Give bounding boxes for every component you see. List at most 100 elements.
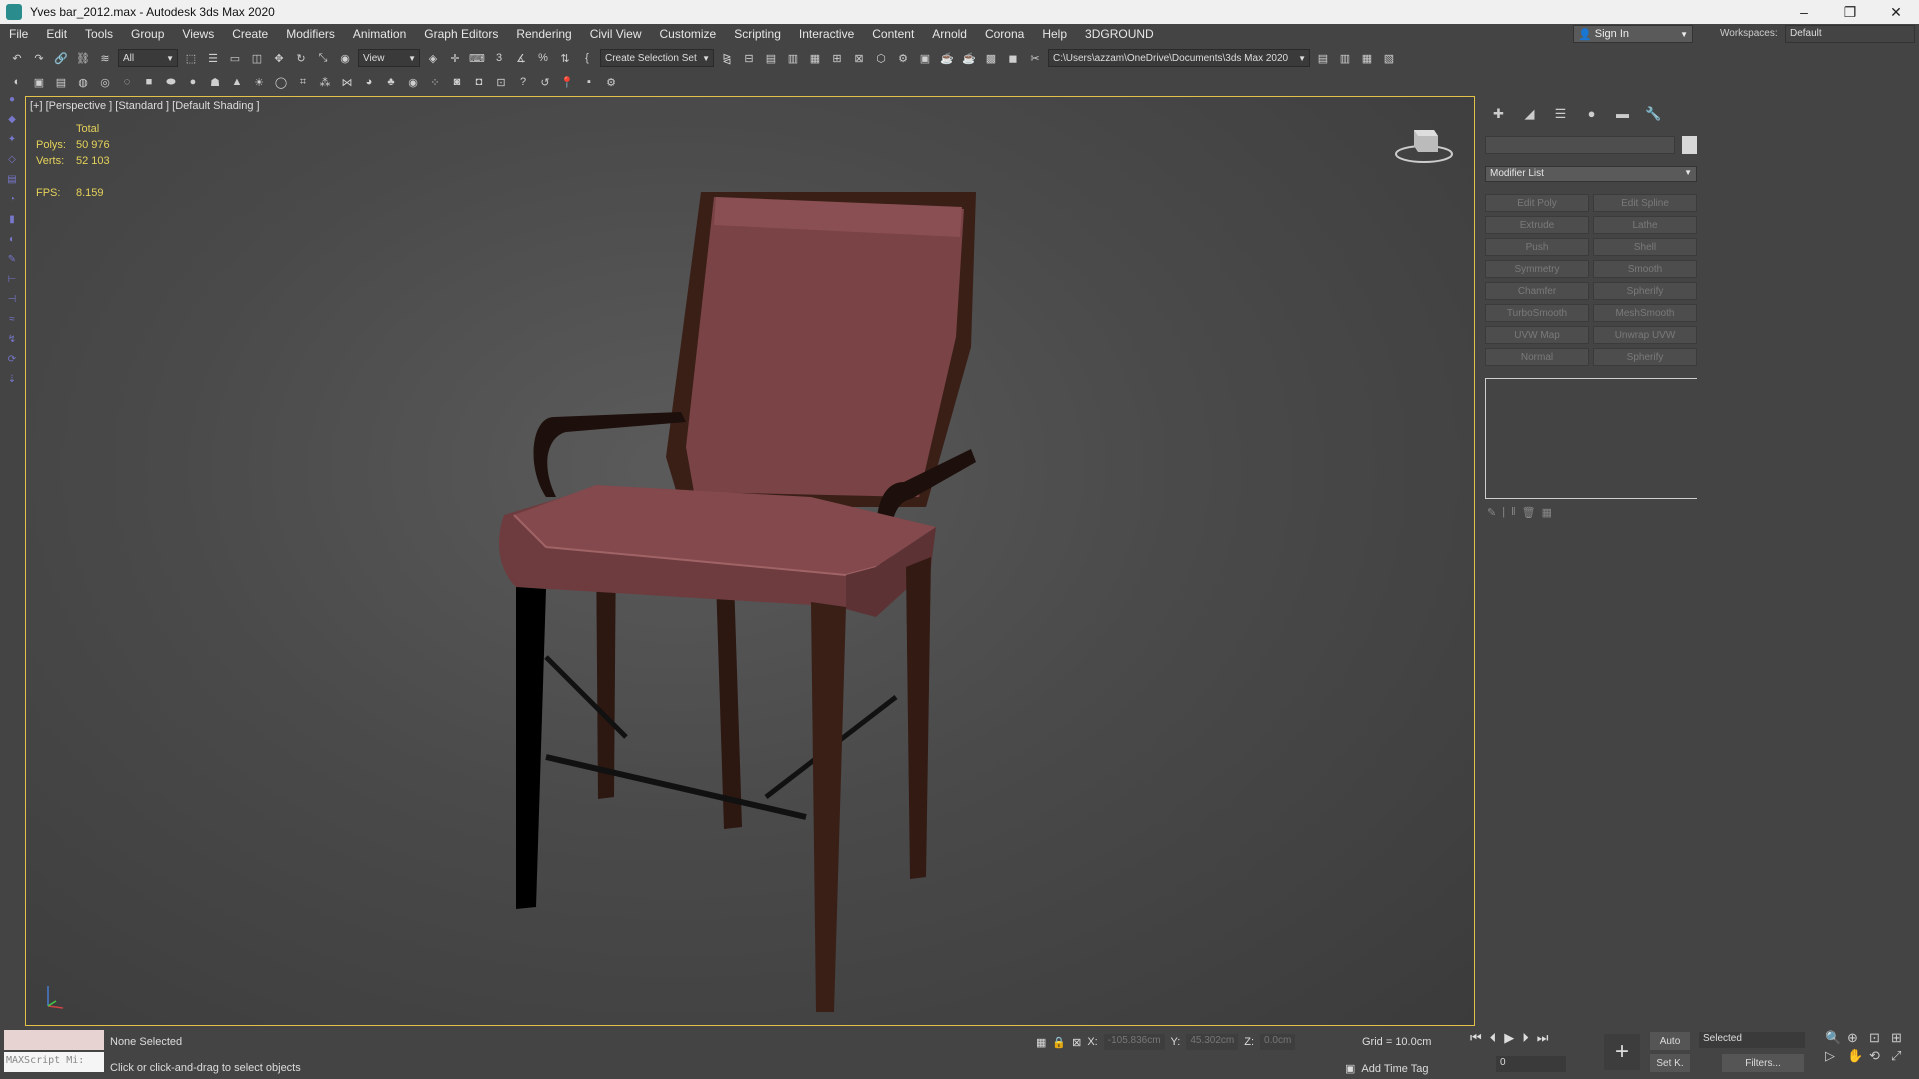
menu-tools[interactable]: Tools [76, 27, 122, 41]
select-manipulate-icon[interactable]: ✛ [446, 49, 464, 67]
project-folder-dropdown[interactable]: C:\Users\azzam\OneDrive\Documents\3ds Ma… [1048, 49, 1310, 67]
bind-space-warp-icon[interactable]: ≋ [96, 49, 114, 67]
scene-states-icon[interactable]: ◍ [74, 73, 92, 91]
menu-views[interactable]: Views [173, 27, 223, 41]
previous-frame-icon[interactable]: ⏴ [1490, 1030, 1497, 1046]
key-filters-button[interactable]: Filters... [1722, 1054, 1804, 1072]
create-tab-icon[interactable]: ✚ [1483, 106, 1514, 126]
place-icon[interactable]: ◉ [336, 49, 354, 67]
next-frame-icon[interactable]: ⏵ [1522, 1030, 1529, 1046]
menu-3dground[interactable]: 3DGROUND [1076, 27, 1163, 41]
menu-help[interactable]: Help [1033, 27, 1076, 41]
field-of-view-icon[interactable]: ▷ [1825, 1048, 1847, 1064]
tool-icon[interactable]: ⊣ [0, 294, 24, 314]
scene-explorer-icon[interactable]: ▤ [762, 49, 780, 67]
project-create-icon[interactable]: ▥ [1336, 49, 1354, 67]
orbit-icon[interactable]: ⟲ [1869, 1048, 1891, 1064]
edit-named-selection-icon[interactable]: { [578, 49, 596, 67]
menu-scripting[interactable]: Scripting [725, 27, 790, 41]
current-frame-field[interactable]: 0 [1496, 1056, 1566, 1072]
tool-icon[interactable]: ◆ [0, 114, 24, 134]
render-iterative-icon[interactable]: ☕ [960, 49, 978, 67]
create-selection-set-dropdown[interactable]: Create Selection Set ▼ [600, 49, 714, 67]
rotate-icon[interactable]: ↻ [292, 49, 310, 67]
cylinder-primitive-icon[interactable]: ⬬ [162, 73, 180, 91]
tool-icon[interactable]: ≈ [0, 314, 24, 334]
open-file-icon[interactable]: ▣ [30, 73, 48, 91]
align-icon[interactable]: ⊟ [740, 49, 758, 67]
modifier-stack[interactable] [1485, 378, 1701, 499]
render-active-shade-icon[interactable]: ▩ [982, 49, 1000, 67]
close-button[interactable]: ✕ [1873, 0, 1919, 24]
move-icon[interactable]: ✥ [270, 49, 288, 67]
tool-icon[interactable]: ▮ [0, 214, 24, 234]
mirror-icon[interactable]: ⧎ [718, 49, 736, 67]
menu-civil-view[interactable]: Civil View [581, 27, 651, 41]
pivot-center-icon[interactable]: ◈ [424, 49, 442, 67]
tool-icon[interactable]: ↯ [0, 334, 24, 354]
configure-modifier-sets-icon[interactable]: ▦ [1542, 506, 1552, 519]
spinner-snap-icon[interactable]: ⇅ [556, 49, 574, 67]
modifier-button-extrude[interactable]: Extrude [1485, 216, 1589, 234]
menu-animation[interactable]: Animation [344, 27, 415, 41]
render-production-icon[interactable]: ☕ [938, 49, 956, 67]
modify-tab-icon[interactable]: ◢ [1514, 106, 1545, 126]
go-to-end-icon[interactable]: ⏭ [1537, 1030, 1549, 1046]
material-sphere-icon[interactable]: ◕ [360, 73, 378, 91]
tool-icon[interactable]: ◐ [0, 234, 24, 254]
tool-icon[interactable]: ⇣ [0, 374, 24, 394]
settings-icon[interactable]: ⚙ [602, 73, 620, 91]
perspective-viewport[interactable]: [+] [Perspective ] [Standard ] [Default … [25, 96, 1475, 1026]
maxscript-listener-mini[interactable] [4, 1030, 104, 1050]
redo-icon[interactable]: ↷ [30, 49, 48, 67]
viewport-layout-icon[interactable]: ◐ [8, 73, 26, 91]
sphere-primitive-icon[interactable]: ● [184, 73, 202, 91]
menu-rendering[interactable]: Rendering [507, 27, 580, 41]
texture-icon[interactable]: ◘ [470, 73, 488, 91]
modifier-button-edit-spline[interactable]: Edit Spline [1593, 194, 1697, 212]
isolate-icon[interactable]: ◌ [118, 73, 136, 91]
workspaces-dropdown[interactable]: Default [1785, 25, 1915, 43]
modifier-button-symmetry[interactable]: Symmetry [1485, 260, 1589, 278]
utilities-tab-icon[interactable]: 🔧 [1638, 106, 1669, 126]
object-name-field[interactable] [1485, 136, 1675, 154]
menu-interactive[interactable]: Interactive [790, 27, 863, 41]
proxy-icon[interactable]: ◙ [448, 73, 466, 91]
corona-icon[interactable]: ◉ [404, 73, 422, 91]
menu-group[interactable]: Group [122, 27, 173, 41]
rendered-frame-icon[interactable]: ▣ [916, 49, 934, 67]
modifier-button-unwrap-uvw[interactable]: Unwrap UVW [1593, 326, 1697, 344]
make-unique-icon[interactable]: ‖ [1511, 506, 1516, 519]
bar-chair-model[interactable] [26, 97, 1475, 1026]
add-time-tag[interactable]: ▣ Add Time Tag [1345, 1062, 1428, 1076]
tool-icon[interactable]: ⊢ [0, 274, 24, 294]
menu-edit[interactable]: Edit [37, 27, 76, 41]
hierarchy-tab-icon[interactable]: ☰ [1545, 106, 1576, 126]
pan-icon[interactable]: ✋ [1847, 1048, 1869, 1064]
lock-icon[interactable]: 🔒 [1052, 1036, 1066, 1049]
maximize-viewport-icon[interactable]: ⤢ [1891, 1048, 1913, 1064]
menu-graph-editors[interactable]: Graph Editors [415, 27, 507, 41]
display-tab-icon[interactable]: ▬ [1607, 106, 1638, 126]
sign-in-dropdown[interactable]: 👤 Sign In ▼ [1573, 25, 1693, 43]
modifier-button-meshsmooth[interactable]: MeshSmooth [1593, 304, 1697, 322]
render-setup-icon[interactable]: ⚙ [894, 49, 912, 67]
set-key-button[interactable]: Set K. [1650, 1054, 1690, 1072]
grid-helper-icon[interactable]: ⌗ [294, 73, 312, 91]
modifier-button-normal[interactable]: Normal [1485, 348, 1589, 366]
project-save-icon[interactable]: ▦ [1358, 49, 1376, 67]
play-icon[interactable]: ▶ [1504, 1030, 1514, 1046]
box-primitive-icon[interactable]: ■ [140, 73, 158, 91]
modifier-button-spherify[interactable]: Spherify [1593, 282, 1697, 300]
select-object-icon[interactable]: ⬚ [182, 49, 200, 67]
ribbon-toggle-icon[interactable]: ▦ [806, 49, 824, 67]
selection-filter-dropdown[interactable]: All ▼ [118, 49, 178, 67]
window-crossing-icon[interactable]: ◫ [248, 49, 266, 67]
render-in-cloud-icon[interactable]: ◼ [1004, 49, 1022, 67]
layer-manager-icon[interactable]: ◎ [96, 73, 114, 91]
reference-coordinate-dropdown[interactable]: View ▼ [358, 49, 420, 67]
tool-icon[interactable]: ▤ [0, 174, 24, 194]
tool-icon[interactable]: ● [0, 94, 24, 114]
key-filter-selected-dropdown[interactable]: Selected [1699, 1032, 1805, 1048]
rectangular-selection-icon[interactable]: ▭ [226, 49, 244, 67]
